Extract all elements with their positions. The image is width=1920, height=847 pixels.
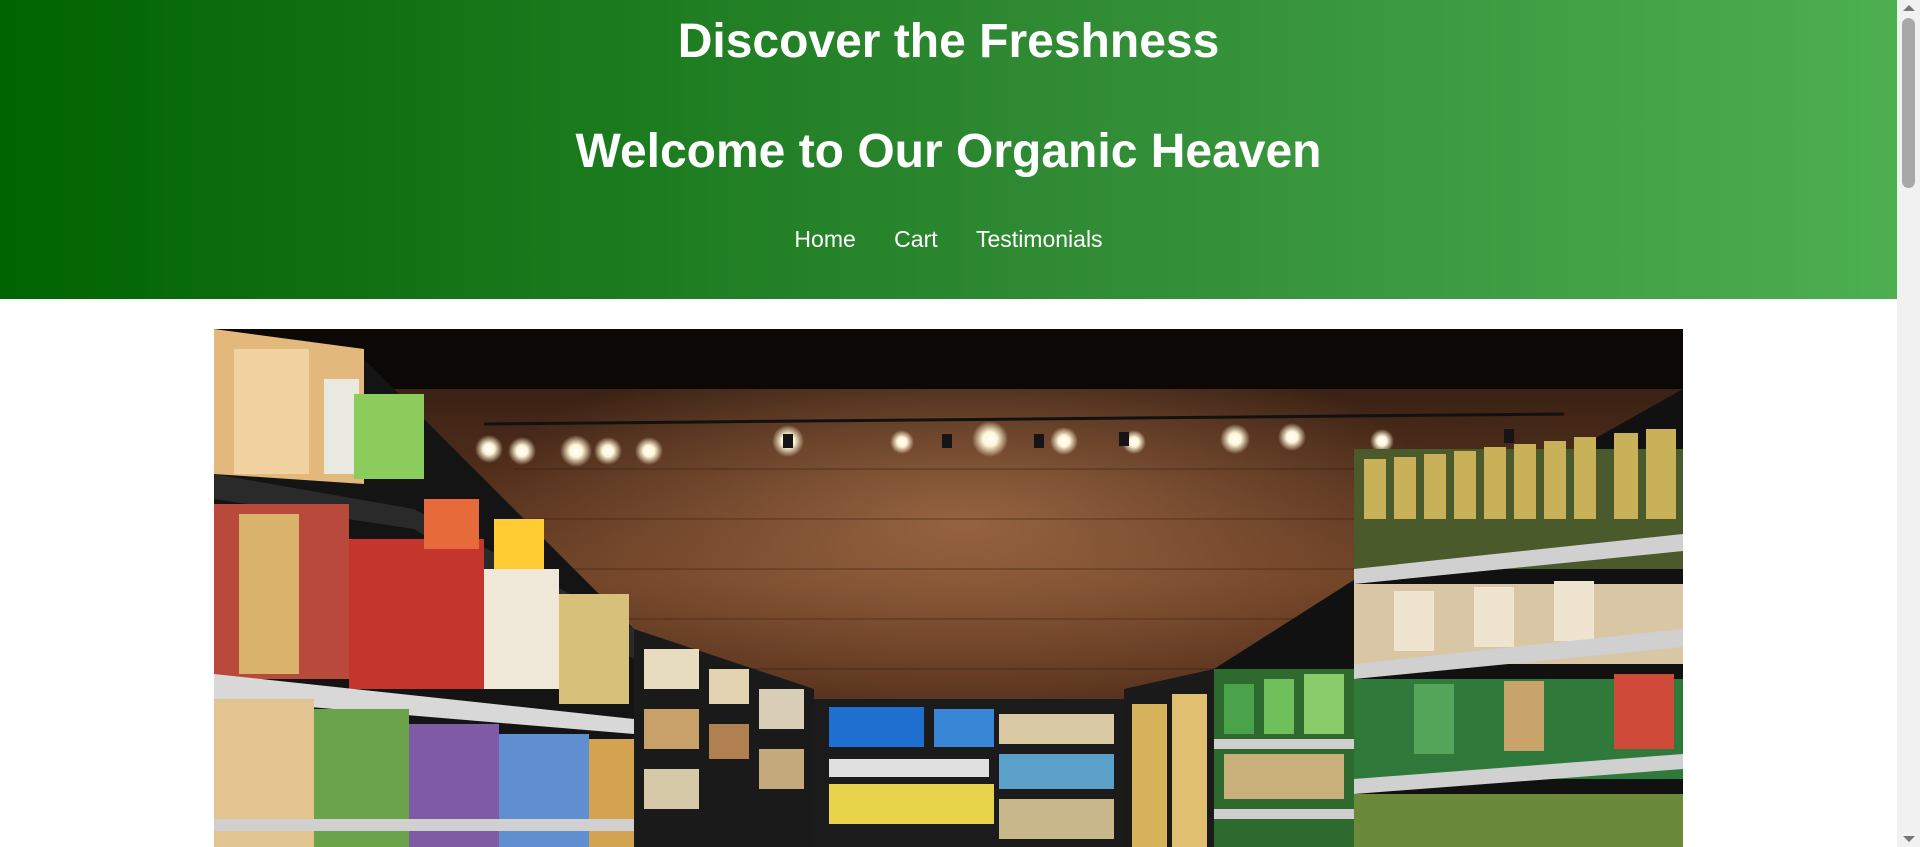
nav-link-home[interactable]: Home: [794, 226, 855, 252]
site-header: Discover the Freshness Welcome to Our Or…: [0, 0, 1897, 299]
nav-link-cart[interactable]: Cart: [894, 226, 937, 252]
page-content: Discover the Freshness Welcome to Our Or…: [0, 0, 1897, 847]
header-tagline: Discover the Freshness: [677, 15, 1220, 68]
page-title: Welcome to Our Organic Heaven: [575, 125, 1322, 178]
scroll-down-button[interactable]: [1897, 831, 1920, 847]
right-inner-rack: [1124, 669, 1214, 847]
store-banner-image: [214, 329, 1683, 847]
grocery-aisle-illustration: [214, 329, 1683, 847]
browser-viewport: Discover the Freshness Welcome to Our Or…: [0, 0, 1920, 847]
scroll-up-button[interactable]: [1897, 0, 1920, 16]
back-shelves: [814, 699, 1124, 847]
arrow-down-icon: [1903, 836, 1915, 842]
scrollbar-thumb[interactable]: [1902, 18, 1915, 188]
arrow-up-icon: [1903, 5, 1915, 11]
nav-link-testimonials[interactable]: Testimonials: [976, 226, 1103, 252]
main-nav: Home Cart Testimonials: [0, 180, 1897, 252]
vertical-scrollbar[interactable]: [1897, 0, 1920, 847]
